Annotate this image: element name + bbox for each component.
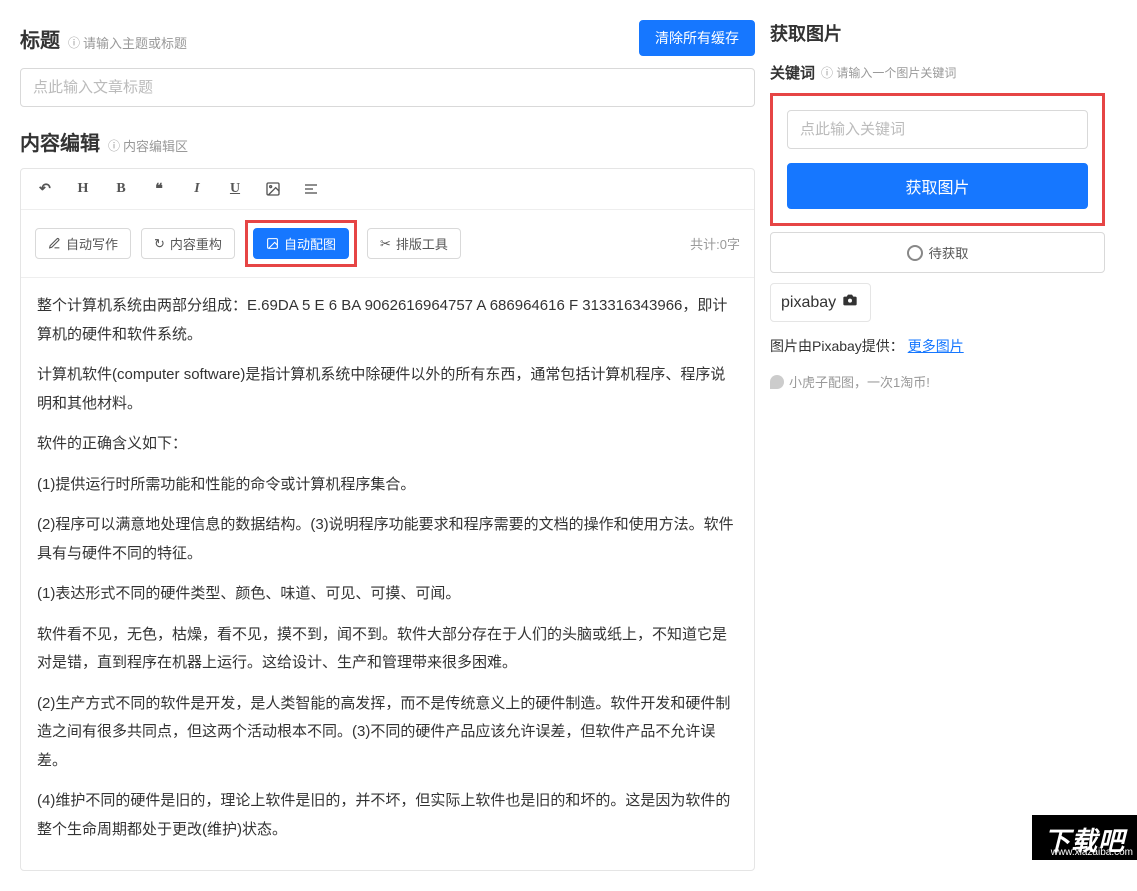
pixabay-badge: pixabay — [770, 283, 871, 322]
editor-content[interactable]: 整个计算机系统由两部分组成：E.69DA 5 E 6 BA 9062616964… — [21, 278, 754, 870]
format-toolbar: ↶ H B ❝ I U — [21, 169, 754, 210]
word-count: 共计:0字 — [690, 234, 740, 253]
title-header: 标题 请输入主题或标题 清除所有缓存 — [20, 20, 755, 56]
more-images-link[interactable]: 更多图片 — [908, 338, 964, 354]
auto-write-button[interactable]: 自动写作 — [35, 228, 131, 259]
camera-icon — [840, 292, 860, 313]
title-label: 标题 — [20, 24, 60, 53]
coin-icon — [770, 375, 784, 389]
content-edit-header: 内容编辑 内容编辑区 — [20, 127, 755, 156]
pending-button[interactable]: 待获取 — [770, 232, 1105, 273]
content-edit-label: 内容编辑 — [20, 127, 100, 156]
editor-box: ↶ H B ❝ I U 自动写作 — [20, 168, 755, 871]
paragraph: (4)维护不同的硬件是旧的，理论上软件是旧的，并不坏，但实际上软件也是旧的和坏的… — [37, 787, 738, 844]
layout-tool-button[interactable]: ✂ 排版工具 — [367, 228, 461, 259]
layout-icon: ✂ — [380, 236, 391, 252]
underline-icon[interactable]: U — [225, 179, 245, 199]
auto-image-button[interactable]: 自动配图 — [253, 228, 349, 259]
paragraph: 软件的正确含义如下： — [37, 430, 738, 459]
paragraph: (1)提供运行时所需功能和性能的命令或计算机程序集合。 — [37, 471, 738, 500]
credit-line: 图片由Pixabay提供： 更多图片 — [770, 336, 1105, 356]
refresh-icon: ↻ — [154, 236, 165, 252]
bold-icon[interactable]: B — [111, 179, 131, 199]
quote-icon[interactable]: ❝ — [149, 179, 169, 199]
content-edit-hint: 内容编辑区 — [108, 136, 188, 155]
paragraph: 软件看不见，无色，枯燥，看不见，摸不到，闻不到。软件大部分存在于人们的头脑或纸上… — [37, 621, 738, 678]
keyword-input[interactable] — [787, 110, 1088, 149]
clear-cache-button[interactable]: 清除所有缓存 — [639, 20, 755, 56]
watermark-url: www.xiazaiba.com — [1051, 847, 1133, 858]
keyword-box-highlight: 获取图片 — [770, 93, 1105, 226]
italic-icon[interactable]: I — [187, 179, 207, 199]
title-hint: 请输入主题或标题 — [68, 33, 187, 52]
fetch-image-button[interactable]: 获取图片 — [787, 163, 1088, 209]
paragraph: 整个计算机系统由两部分组成：E.69DA 5 E 6 BA 9062616964… — [37, 292, 738, 349]
heading-icon[interactable]: H — [73, 179, 93, 199]
auto-image-highlight: 自动配图 — [245, 220, 357, 267]
paragraph: (2)生产方式不同的软件是开发，是人类智能的高发挥，而不是传统意义上的硬件制造。… — [37, 690, 738, 776]
paragraph: (1)表达形式不同的硬件类型、颜色、味道、可见、可摸、可闻。 — [37, 580, 738, 609]
align-icon[interactable] — [301, 179, 321, 199]
undo-icon[interactable]: ↶ — [35, 179, 55, 199]
image-icon[interactable] — [263, 179, 283, 199]
paragraph: 计算机软件(computer software)是指计算机系统中除硬件以外的所有… — [37, 361, 738, 418]
coin-line: 小虎子配图，一次1淘币! — [770, 372, 1105, 391]
restructure-button[interactable]: ↻ 内容重构 — [141, 228, 235, 259]
image-fetch-panel: 获取图片 关键词 请输入一个图片关键词 获取图片 待获取 pixabay 图片由… — [770, 20, 1105, 391]
title-input[interactable] — [20, 68, 755, 107]
image-panel-title: 获取图片 — [770, 20, 1105, 46]
keyword-label: 关键词 — [770, 62, 815, 83]
action-toolbar: 自动写作 ↻ 内容重构 自动配图 ✂ 排版工具 — [21, 210, 754, 278]
keyword-hint: 请输入一个图片关键词 — [821, 64, 956, 81]
paragraph: (2)程序可以满意地处理信息的数据结构。(3)说明程序功能要求和程序需要的文档的… — [37, 511, 738, 568]
